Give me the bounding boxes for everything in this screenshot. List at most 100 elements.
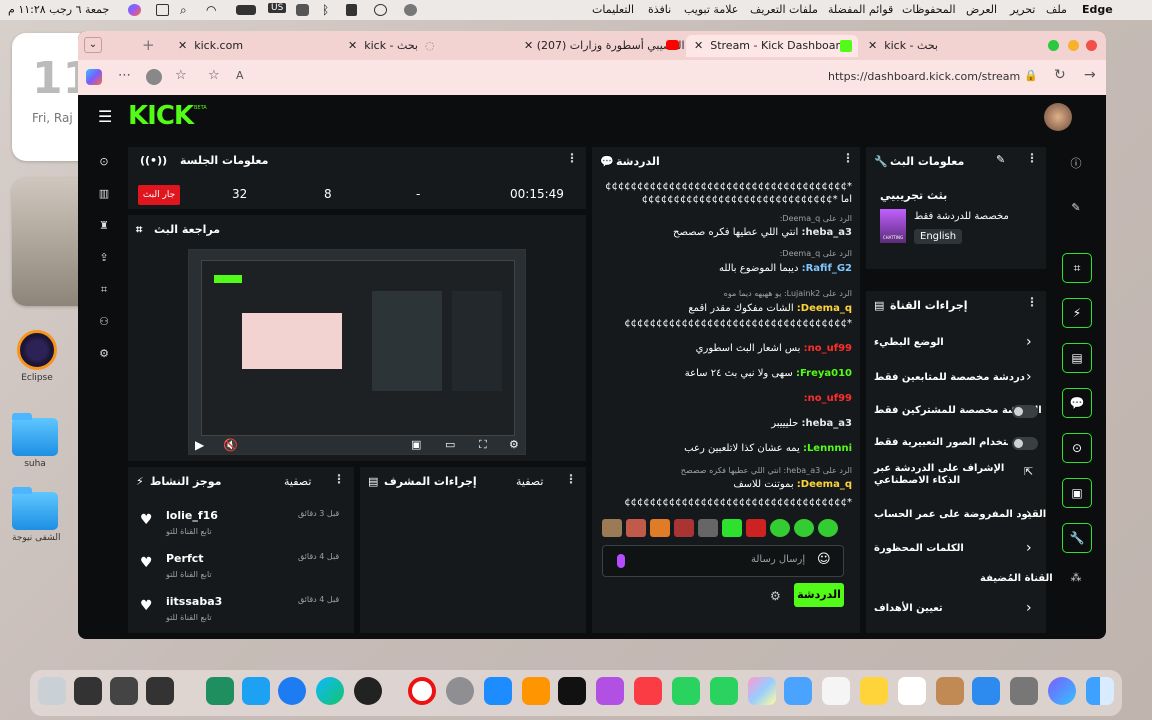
emote-picker-icon[interactable] — [617, 554, 625, 568]
eclipse-app[interactable]: Eclipse — [14, 330, 60, 383]
toggle-switch[interactable] — [1012, 405, 1038, 418]
smiley-icon[interactable]: ☺ — [817, 552, 831, 567]
chevron-down-icon[interactable]: ⌄ — [84, 37, 102, 53]
theater-icon[interactable]: ▭ — [445, 438, 455, 451]
language-tag[interactable]: English — [914, 229, 963, 244]
launchpad-icon[interactable] — [1010, 677, 1038, 705]
more-icon[interactable]: ⋯ — [118, 68, 131, 83]
chat-popout-button[interactable]: 💬 — [1062, 388, 1092, 418]
profile-icon[interactable] — [146, 69, 162, 85]
action-banned-words[interactable]: الكلمات المحظورة › — [866, 537, 1046, 563]
siri-icon[interactable] — [1048, 677, 1076, 705]
reminders-icon[interactable] — [822, 677, 850, 705]
more-options-icon[interactable]: ⋮ — [565, 472, 577, 486]
window-close-button[interactable] — [1086, 40, 1097, 51]
emote-icon[interactable] — [650, 519, 670, 537]
mail-icon[interactable] — [972, 677, 1000, 705]
vpn-icon[interactable] — [404, 4, 417, 16]
menu-icon[interactable]: ☰ — [98, 107, 112, 126]
calendar-icon[interactable] — [898, 677, 926, 705]
more-options-icon[interactable]: ⋮ — [1026, 295, 1038, 309]
emote-icon[interactable] — [722, 519, 742, 537]
finder-icon[interactable] — [1086, 677, 1114, 705]
tv-icon[interactable] — [558, 677, 586, 705]
action-subscribers-only[interactable]: الدردشة مخصصة للمشتركين فقط — [866, 399, 1046, 425]
live-icon[interactable]: ⊙ — [96, 155, 112, 171]
read-aloud-icon[interactable]: A — [236, 69, 244, 82]
activity-item[interactable]: ♥ Perfct تابع القناة للتو قبل 4 دقائق — [128, 550, 354, 590]
emote-icon[interactable] — [746, 519, 766, 537]
minimized-window[interactable] — [110, 677, 138, 705]
action-followers-only[interactable]: دردشة مخصصة للمتابعين فقط › — [866, 366, 1046, 392]
action-slow-mode[interactable]: الوضع البطيء › — [866, 331, 1046, 357]
action-account-age[interactable]: القيود المفروضة على عمر الحساب › — [866, 503, 1046, 529]
photos-icon[interactable] — [748, 677, 776, 705]
analytics-icon[interactable]: ▥ — [96, 187, 112, 203]
siri-icon[interactable] — [128, 4, 141, 16]
chat-messages[interactable]: *¢¢¢¢¢¢¢¢¢¢¢¢¢¢¢¢¢¢¢¢¢¢¢¢¢¢¢¢¢¢¢¢¢¢¢¢¢¢ … — [602, 181, 852, 511]
app-menu[interactable]: Edge — [1082, 3, 1113, 16]
safari-icon[interactable] — [278, 677, 306, 705]
trash-icon[interactable] — [38, 677, 66, 705]
messages-icon[interactable] — [710, 677, 738, 705]
emote-icon[interactable] — [626, 519, 646, 537]
battery-icon[interactable] — [236, 5, 256, 15]
contacts-icon[interactable] — [936, 677, 964, 705]
activity-item[interactable]: ♥ lolie_f16 تابع القناة للتو قبل 3 دقائق — [128, 507, 354, 547]
trophy-icon[interactable]: ♜ — [96, 219, 112, 235]
folder-suha[interactable]: suha — [12, 413, 58, 469]
facetime-icon[interactable] — [672, 677, 700, 705]
menu-view[interactable]: العرض — [966, 3, 997, 16]
activity-filter[interactable]: تصفية — [284, 475, 311, 488]
tab-kick-search-2[interactable]: ✕ kick - بحث — [860, 35, 946, 57]
control-center-icon[interactable] — [156, 4, 169, 16]
emote-icon[interactable] — [698, 519, 718, 537]
emote-icon[interactable] — [818, 519, 838, 537]
fullscreen-icon[interactable]: ⛶ — [479, 438, 487, 452]
clip-icon[interactable]: ⌗ — [96, 283, 112, 299]
reload-icon[interactable]: ↻ — [1054, 67, 1066, 83]
copilot-icon[interactable] — [86, 69, 102, 85]
url-field[interactable]: https://dashboard.kick.com/stream — [828, 70, 1020, 83]
minimized-window[interactable] — [74, 677, 102, 705]
favorites-icon[interactable]: ☆ — [175, 68, 187, 83]
close-icon[interactable]: ✕ — [178, 39, 187, 52]
tools-button[interactable]: 🔧 — [1062, 523, 1092, 553]
app-icon[interactable] — [206, 677, 234, 705]
edge-icon[interactable] — [316, 677, 344, 705]
settings-icon[interactable] — [446, 677, 474, 705]
clock[interactable]: جمعة ٦ رجب ١١:٢٨ م — [8, 3, 109, 16]
action-emote-only[interactable]: الدردشة باستخدام الصور التعبيرية فقط — [866, 431, 1046, 457]
opera-icon[interactable] — [408, 677, 436, 705]
menu-tab[interactable]: علامة تبويب — [684, 3, 738, 16]
search-icon[interactable]: ⌕ — [180, 3, 187, 18]
stream-video[interactable]: ▶ 🔇 ▣ ▭ ⛶ ⚙ — [188, 249, 526, 455]
settings-icon[interactable]: ⚙ — [96, 347, 112, 363]
input-flag-icon[interactable] — [296, 4, 309, 16]
window-maximize-button[interactable] — [1048, 40, 1059, 51]
close-icon[interactable]: ✕ — [868, 39, 877, 52]
wifi-icon[interactable]: ◠ — [206, 3, 216, 17]
more-options-icon[interactable]: ⋮ — [333, 472, 345, 486]
stats-icon[interactable] — [346, 4, 357, 16]
add-favorite-icon[interactable]: ☆ — [208, 68, 220, 83]
info-icon[interactable]: ⓘ — [1068, 155, 1084, 171]
menu-history[interactable]: المحفوظات — [902, 3, 956, 16]
plugins-icon[interactable]: ⁂ — [1068, 571, 1084, 587]
clip-button[interactable]: ⌗ — [1062, 253, 1092, 283]
kick-logo[interactable]: KICK — [128, 101, 194, 131]
close-icon[interactable]: ✕ — [694, 39, 703, 52]
notes-icon[interactable] — [860, 677, 888, 705]
folder-second[interactable]: الشفى نيوجة — [12, 487, 60, 543]
app-icon[interactable] — [242, 677, 270, 705]
minimized-window[interactable] — [146, 677, 174, 705]
close-icon[interactable]: ✕ — [348, 39, 357, 52]
play-icon[interactable]: ▶ — [195, 438, 204, 452]
menu-favorites[interactable]: قوائم المفضلة — [828, 3, 893, 16]
mute-icon[interactable]: 🔇 — [223, 438, 238, 452]
action-ai-moderation[interactable]: الإشراف على الدردشة عبر الذكاء الاصطناعي… — [866, 461, 1046, 495]
emote-icon[interactable] — [602, 519, 622, 537]
music-icon[interactable] — [634, 677, 662, 705]
tab-kick-dashboard[interactable]: ✕ Stream - Kick Dashboard — [686, 35, 858, 57]
video-settings-icon[interactable]: ⚙ — [509, 438, 519, 451]
